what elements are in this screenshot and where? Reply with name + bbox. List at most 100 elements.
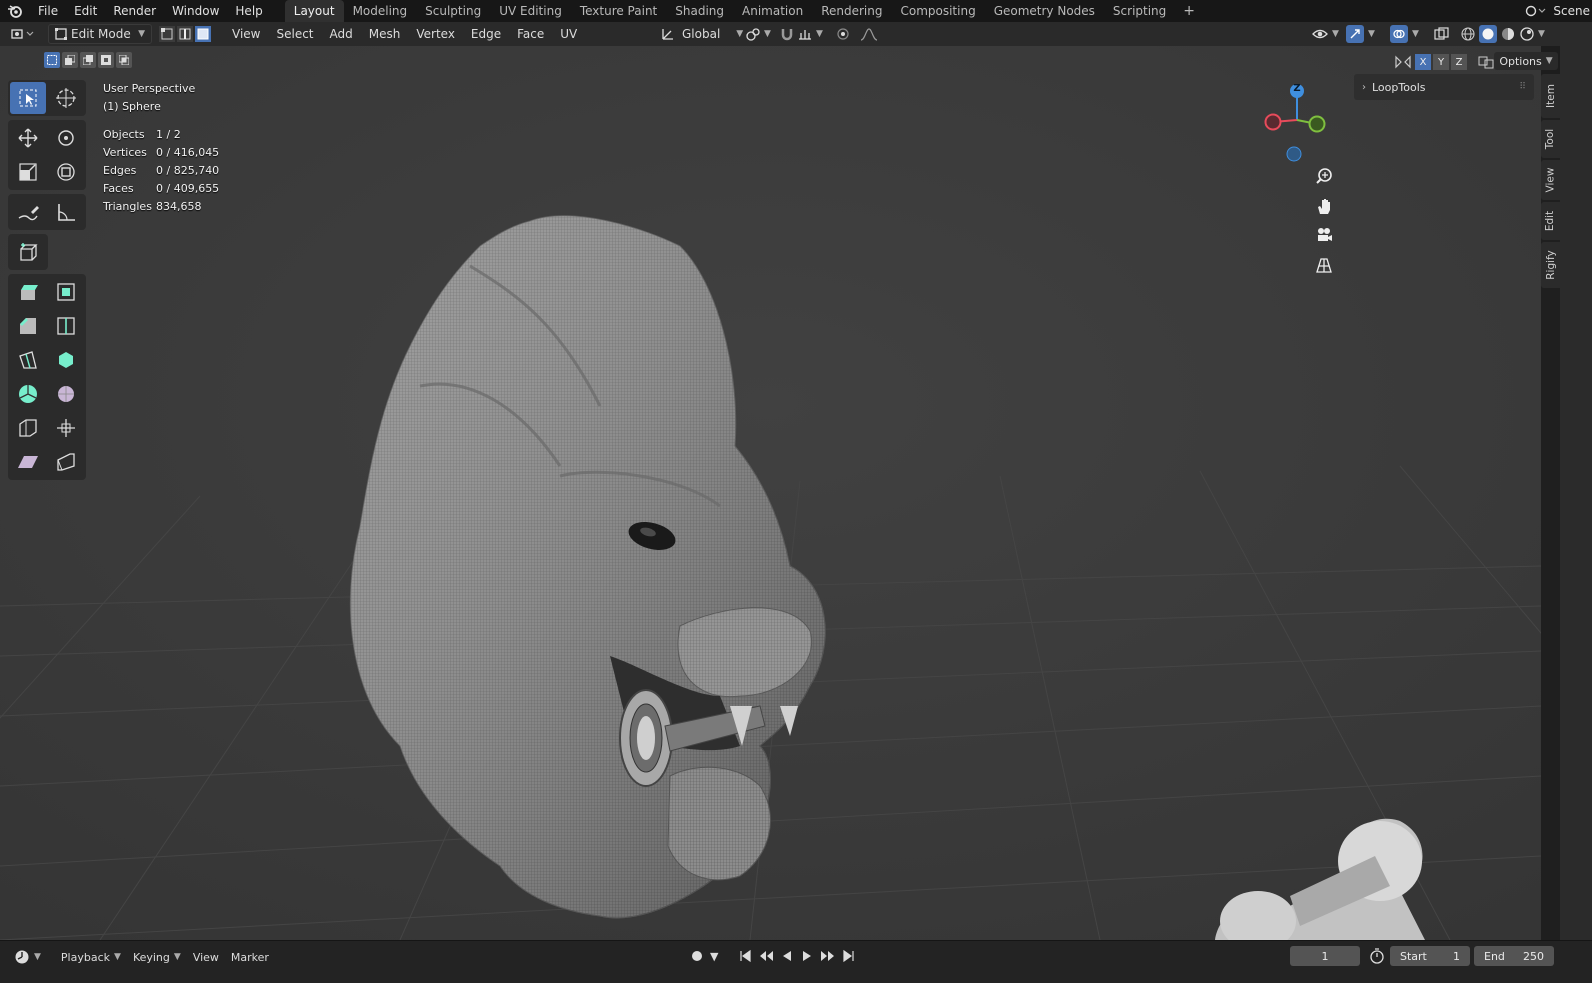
mode-dropdown[interactable]: Edit Mode ▼ — [48, 24, 152, 44]
tab-item[interactable]: Item — [1541, 74, 1560, 118]
select-intersect-icon[interactable] — [116, 52, 132, 68]
spin-tool-icon[interactable] — [10, 378, 46, 410]
3d-viewport[interactable] — [0, 46, 1541, 940]
tab-shading[interactable]: Shading — [666, 0, 733, 22]
next-keyframe-icon[interactable] — [820, 949, 836, 963]
options-dropdown[interactable]: Options ▼ — [1494, 52, 1558, 70]
mirror-z-toggle[interactable]: Z — [1451, 54, 1467, 70]
menu-file[interactable]: File — [30, 0, 66, 22]
navigation-gizmo[interactable]: Z — [1258, 80, 1336, 170]
menu-uv[interactable]: UV — [552, 27, 585, 41]
knife-tool-icon[interactable] — [10, 344, 46, 376]
menu-face[interactable]: Face — [509, 27, 552, 41]
poly-build-tool-icon[interactable] — [48, 344, 84, 376]
timeline-view-menu[interactable]: View — [187, 951, 225, 964]
bevel-tool-icon[interactable] — [10, 310, 46, 342]
marker-menu[interactable]: Marker — [225, 951, 275, 964]
perspective-toggle-icon[interactable] — [1311, 252, 1337, 278]
menu-view[interactable]: View — [224, 27, 268, 41]
tab-geometry-nodes[interactable]: Geometry Nodes — [985, 0, 1104, 22]
loop-cut-tool-icon[interactable] — [48, 310, 84, 342]
pan-hand-icon[interactable] — [1311, 193, 1337, 219]
edge-select-icon[interactable] — [176, 25, 194, 43]
rendered-shading-icon[interactable] — [1519, 26, 1535, 42]
play-reverse-icon[interactable] — [780, 949, 794, 963]
visibility-dropdown[interactable]: ▼ — [1312, 24, 1339, 44]
keying-menu[interactable]: Keying ▼ — [127, 951, 187, 964]
tab-uv-editing[interactable]: UV Editing — [490, 0, 571, 22]
menu-mesh[interactable]: Mesh — [361, 27, 409, 41]
tab-rigify[interactable]: Rigify — [1541, 242, 1560, 288]
timeline-editor-type[interactable]: ▼ — [8, 949, 47, 965]
jump-start-icon[interactable] — [738, 949, 752, 963]
add-cube-tool-icon[interactable] — [10, 236, 46, 268]
extrude-tool-icon[interactable] — [10, 276, 46, 308]
tab-edit[interactable]: Edit — [1541, 202, 1560, 240]
xray-toggle[interactable] — [1434, 24, 1450, 44]
mirror-x-toggle[interactable]: X — [1415, 54, 1431, 70]
playback-menu[interactable]: Playback ▼ — [55, 951, 127, 964]
record-icon[interactable] — [690, 949, 704, 963]
end-frame-field[interactable]: End 250 — [1474, 946, 1554, 966]
current-frame-field[interactable]: 1 — [1290, 946, 1360, 966]
transform-tool-icon[interactable] — [48, 156, 84, 188]
chevron-down-icon[interactable]: ▼ — [1538, 29, 1545, 39]
move-tool-icon[interactable] — [10, 122, 46, 154]
wireframe-shading-icon[interactable] — [1460, 26, 1476, 42]
blender-logo-icon[interactable] — [0, 0, 30, 22]
scale-tool-icon[interactable] — [10, 156, 46, 188]
tab-sculpting[interactable]: Sculpting — [416, 0, 490, 22]
camera-view-icon[interactable] — [1311, 222, 1337, 248]
menu-window[interactable]: Window — [164, 0, 227, 22]
menu-edit[interactable]: Edit — [66, 0, 105, 22]
scene-selector[interactable]: Scene — [1525, 0, 1592, 22]
tab-animation[interactable]: Animation — [733, 0, 812, 22]
tab-scripting[interactable]: Scripting — [1104, 0, 1175, 22]
tab-compositing[interactable]: Compositing — [891, 0, 984, 22]
use-preview-range-icon[interactable] — [1369, 948, 1385, 967]
menu-add[interactable]: Add — [322, 27, 361, 41]
tab-tool[interactable]: Tool — [1541, 120, 1560, 158]
menu-help[interactable]: Help — [227, 0, 270, 22]
proportional-edit-controls[interactable] — [836, 24, 878, 44]
start-frame-field[interactable]: Start 1 — [1390, 946, 1470, 966]
tab-texture-paint[interactable]: Texture Paint — [571, 0, 666, 22]
rip-region-tool-icon[interactable] — [48, 446, 84, 478]
zoom-icon[interactable] — [1311, 163, 1337, 189]
solid-shading-icon[interactable] — [1479, 25, 1497, 43]
transform-orientation-dropdown[interactable]: Global ▼ — [660, 24, 743, 44]
select-invert-icon[interactable] — [98, 52, 114, 68]
play-icon[interactable] — [800, 949, 814, 963]
inset-tool-icon[interactable] — [48, 276, 84, 308]
menu-edge[interactable]: Edge — [463, 27, 509, 41]
add-workspace-button[interactable]: + — [1175, 0, 1203, 22]
tab-view[interactable]: View — [1541, 160, 1560, 200]
select-box-tool-icon[interactable] — [10, 82, 46, 114]
tab-layout[interactable]: Layout — [284, 0, 344, 22]
cursor-tool-icon[interactable] — [48, 82, 84, 114]
face-select-icon[interactable] — [194, 25, 212, 43]
mirror-y-toggle[interactable]: Y — [1433, 54, 1449, 70]
jump-end-icon[interactable] — [842, 949, 856, 963]
rotate-tool-icon[interactable] — [48, 122, 84, 154]
smooth-tool-icon[interactable] — [48, 378, 84, 410]
edge-slide-tool-icon[interactable] — [10, 412, 46, 444]
drag-handle-icon[interactable]: ⠿ — [1519, 82, 1526, 92]
overlays-toggle[interactable]: ▼ — [1390, 24, 1419, 44]
tab-rendering[interactable]: Rendering — [812, 0, 891, 22]
vertex-select-icon[interactable] — [158, 25, 176, 43]
editor-type-button[interactable] — [10, 24, 40, 44]
measure-tool-icon[interactable] — [48, 196, 84, 228]
pivot-point-dropdown[interactable]: ▼ — [746, 24, 771, 44]
select-new-icon[interactable] — [44, 52, 60, 68]
menu-render[interactable]: Render — [105, 0, 164, 22]
shear-tool-icon[interactable] — [10, 446, 46, 478]
mirror-icon[interactable] — [1393, 54, 1413, 70]
looptools-panel-header[interactable]: › LoopTools ⠿ — [1354, 74, 1534, 100]
select-subtract-icon[interactable] — [80, 52, 96, 68]
snap-controls[interactable]: ▼ — [780, 24, 823, 44]
gizmo-toggle[interactable]: ▼ — [1346, 24, 1375, 44]
annotate-tool-icon[interactable] — [10, 196, 46, 228]
prev-keyframe-icon[interactable] — [758, 949, 774, 963]
select-extend-icon[interactable] — [62, 52, 78, 68]
